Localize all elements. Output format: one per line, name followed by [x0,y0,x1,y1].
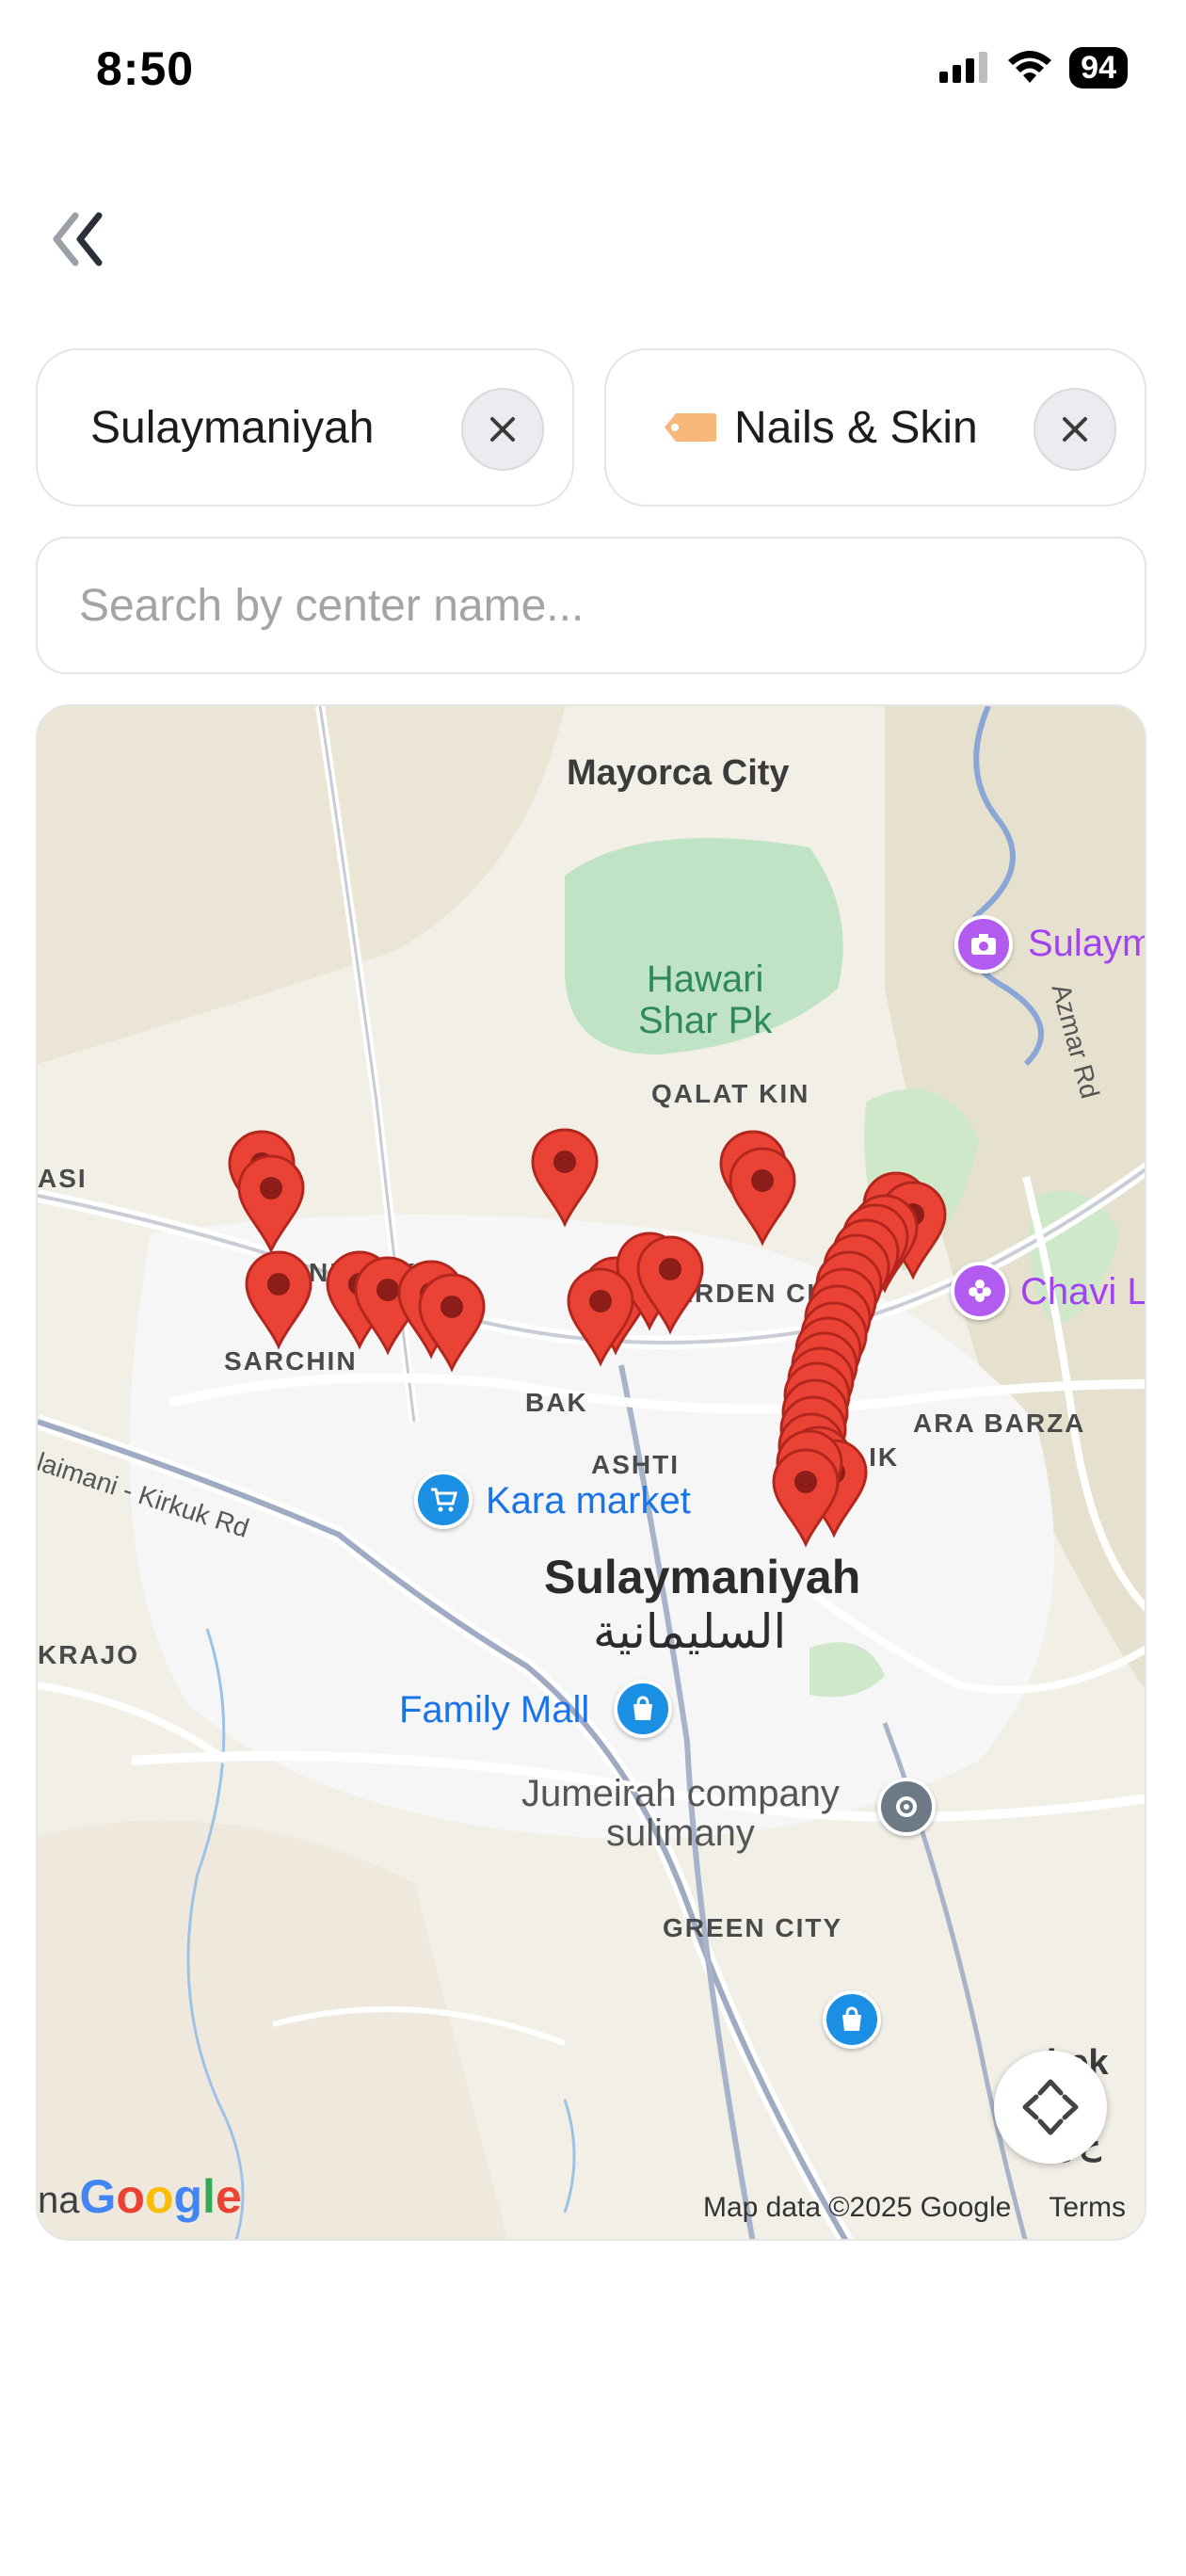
map-view[interactable]: Mayorca City Hawari Shar Pk QALAT KIN Su… [36,704,1146,2241]
label-family-mall: Family Mall [399,1689,590,1731]
label-ashti: ASHTI [591,1450,680,1479]
center-location-pin[interactable] [241,1248,316,1350]
clear-city-button[interactable] [461,388,544,471]
tag-icon [665,413,716,442]
city-filter-label: Sulaymaniyah [90,402,375,453]
cellular-signal-icon [939,52,988,83]
map-data-attribution: Map data ©2025 Google [702,2192,1012,2223]
label-chavi: Chavi L [1020,1271,1146,1312]
label-jumeirah-company: Jumeirah company sulimany [521,1774,840,1853]
shopping-bag-poi-icon[interactable] [614,1680,672,1738]
label-asi: ASI [38,1164,88,1193]
google-logo: naGoogle [38,2169,242,2224]
flower-poi-icon[interactable] [951,1262,1009,1320]
shopping-bag-poi-icon[interactable] [823,1990,881,2049]
label-sulaymaniyah-poi: Sulayma [1028,923,1145,964]
label-hawari-park: Hawari Shar Pk [638,958,772,1041]
label-kara-market: Kara market [486,1480,691,1521]
google-logo-prefix: na [38,2180,80,2221]
label-hawari-park-line2: Shar Pk [638,1000,773,1041]
recenter-map-button[interactable] [994,2051,1107,2164]
center-location-pin[interactable] [563,1265,638,1367]
category-filter-chip[interactable]: Nails & Skin [604,348,1146,507]
category-filter-label: Nails & Skin [734,402,978,453]
label-green-city: GREEN CITY [663,1913,843,1942]
shopping-cart-poi-icon[interactable] [414,1471,473,1529]
back-button[interactable] [47,201,132,277]
label-kara-barza: ARA BARZA [913,1409,1086,1438]
label-city-name: Sulaymaniyah [544,1551,861,1603]
label-bakhtiari: BAK [525,1388,588,1417]
label-krajo: KRAJO [38,1640,140,1669]
google-logo-word: Google [80,2170,242,2223]
terms-link[interactable]: Terms [1049,2192,1126,2224]
label-city-name-arabic: السليمانية [593,1604,787,1659]
wifi-icon [1008,51,1052,83]
battery-indicator: 94 [1069,47,1128,89]
center-location-pin[interactable] [768,1446,843,1548]
fullscreen-icon [1022,2079,1079,2135]
close-icon [490,417,515,442]
camera-poi-icon[interactable] [954,915,1013,974]
label-mayorca-city: Mayorca City [567,753,790,793]
location-poi-icon[interactable] [877,1778,936,1836]
double-chevron-left-icon [53,212,103,266]
google-logo-letter: G [79,2170,117,2223]
center-location-pin[interactable] [233,1152,309,1254]
google-logo-letter: o [116,2170,145,2223]
google-logo-letter: l [202,2170,216,2223]
status-icons: 94 [939,47,1128,89]
label-hawari-park-line1: Hawari [646,958,764,1000]
google-logo-letter: g [173,2170,203,2223]
center-location-pin[interactable] [725,1145,800,1247]
map-attribution: Map data ©2025 Google Terms [703,2192,1126,2224]
clear-category-button[interactable] [1034,388,1116,471]
close-icon [1063,417,1087,442]
center-location-pin[interactable] [414,1271,489,1373]
status-bar: 8:50 94 [0,0,1186,141]
google-logo-letter: e [215,2170,242,2223]
status-time: 8:50 [96,42,195,95]
google-logo-letter: o [144,2170,174,2223]
center-location-pin[interactable] [633,1233,708,1335]
label-sarchinar: SARCHIN [224,1346,358,1376]
city-filter-chip[interactable]: Sulaymaniyah [36,348,574,507]
label-jumeirah-line2: sulimany [606,1812,755,1854]
center-location-pin[interactable] [527,1126,602,1228]
label-qalat-kin: QALAT KIN [651,1079,810,1108]
search-box[interactable] [36,537,1146,674]
label-jumeirah-line1: Jumeirah company [521,1773,840,1814]
search-input[interactable] [79,539,1096,672]
